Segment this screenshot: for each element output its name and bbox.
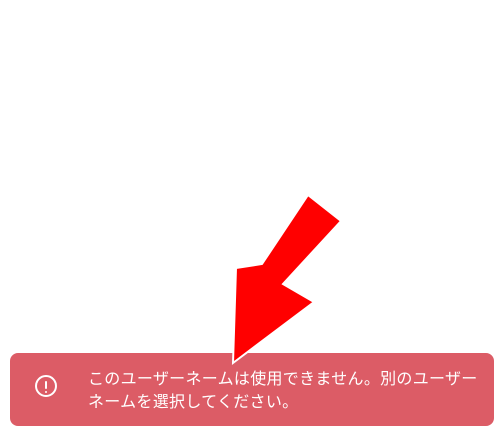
exclamation-circle-icon [35, 375, 57, 397]
error-message: このユーザーネームは使用できません。別のユーザーネームを選択してください。 [88, 369, 478, 411]
screen: このユーザーネームは使用できません。別のユーザーネームを選択してください。 [0, 0, 500, 438]
error-toast: このユーザーネームは使用できません。別のユーザーネームを選択してください。 [10, 353, 494, 426]
